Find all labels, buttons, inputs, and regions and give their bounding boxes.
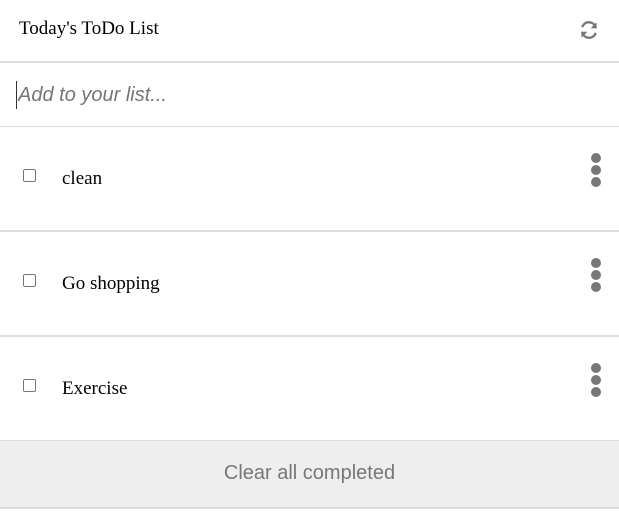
add-todo-row: [0, 63, 619, 127]
refresh-icon[interactable]: [578, 19, 600, 41]
todo-item: Go shopping: [0, 232, 619, 337]
todo-label: Go shopping: [62, 273, 160, 294]
more-vertical-icon[interactable]: [588, 257, 604, 293]
todo-checkbox[interactable]: [23, 274, 36, 287]
todo-checkbox[interactable]: [23, 169, 36, 182]
todo-label: Exercise: [62, 378, 128, 399]
clear-completed-label: Clear all completed: [223, 462, 396, 484]
todo-item: clean: [0, 127, 619, 232]
clear-completed-button[interactable]: Clear all completed: [0, 441, 619, 509]
app-header: Today's ToDo List: [0, 0, 619, 63]
more-vertical-icon[interactable]: [588, 362, 604, 398]
todo-app: Today's ToDo List clean Go shopping Exer…: [0, 0, 619, 511]
more-vertical-icon[interactable]: [588, 152, 604, 188]
todo-item: Exercise: [0, 337, 619, 442]
add-todo-input[interactable]: [16, 81, 598, 109]
todo-checkbox[interactable]: [23, 379, 36, 392]
page-title: Today's ToDo List: [19, 18, 159, 39]
todo-label: clean: [62, 168, 103, 189]
